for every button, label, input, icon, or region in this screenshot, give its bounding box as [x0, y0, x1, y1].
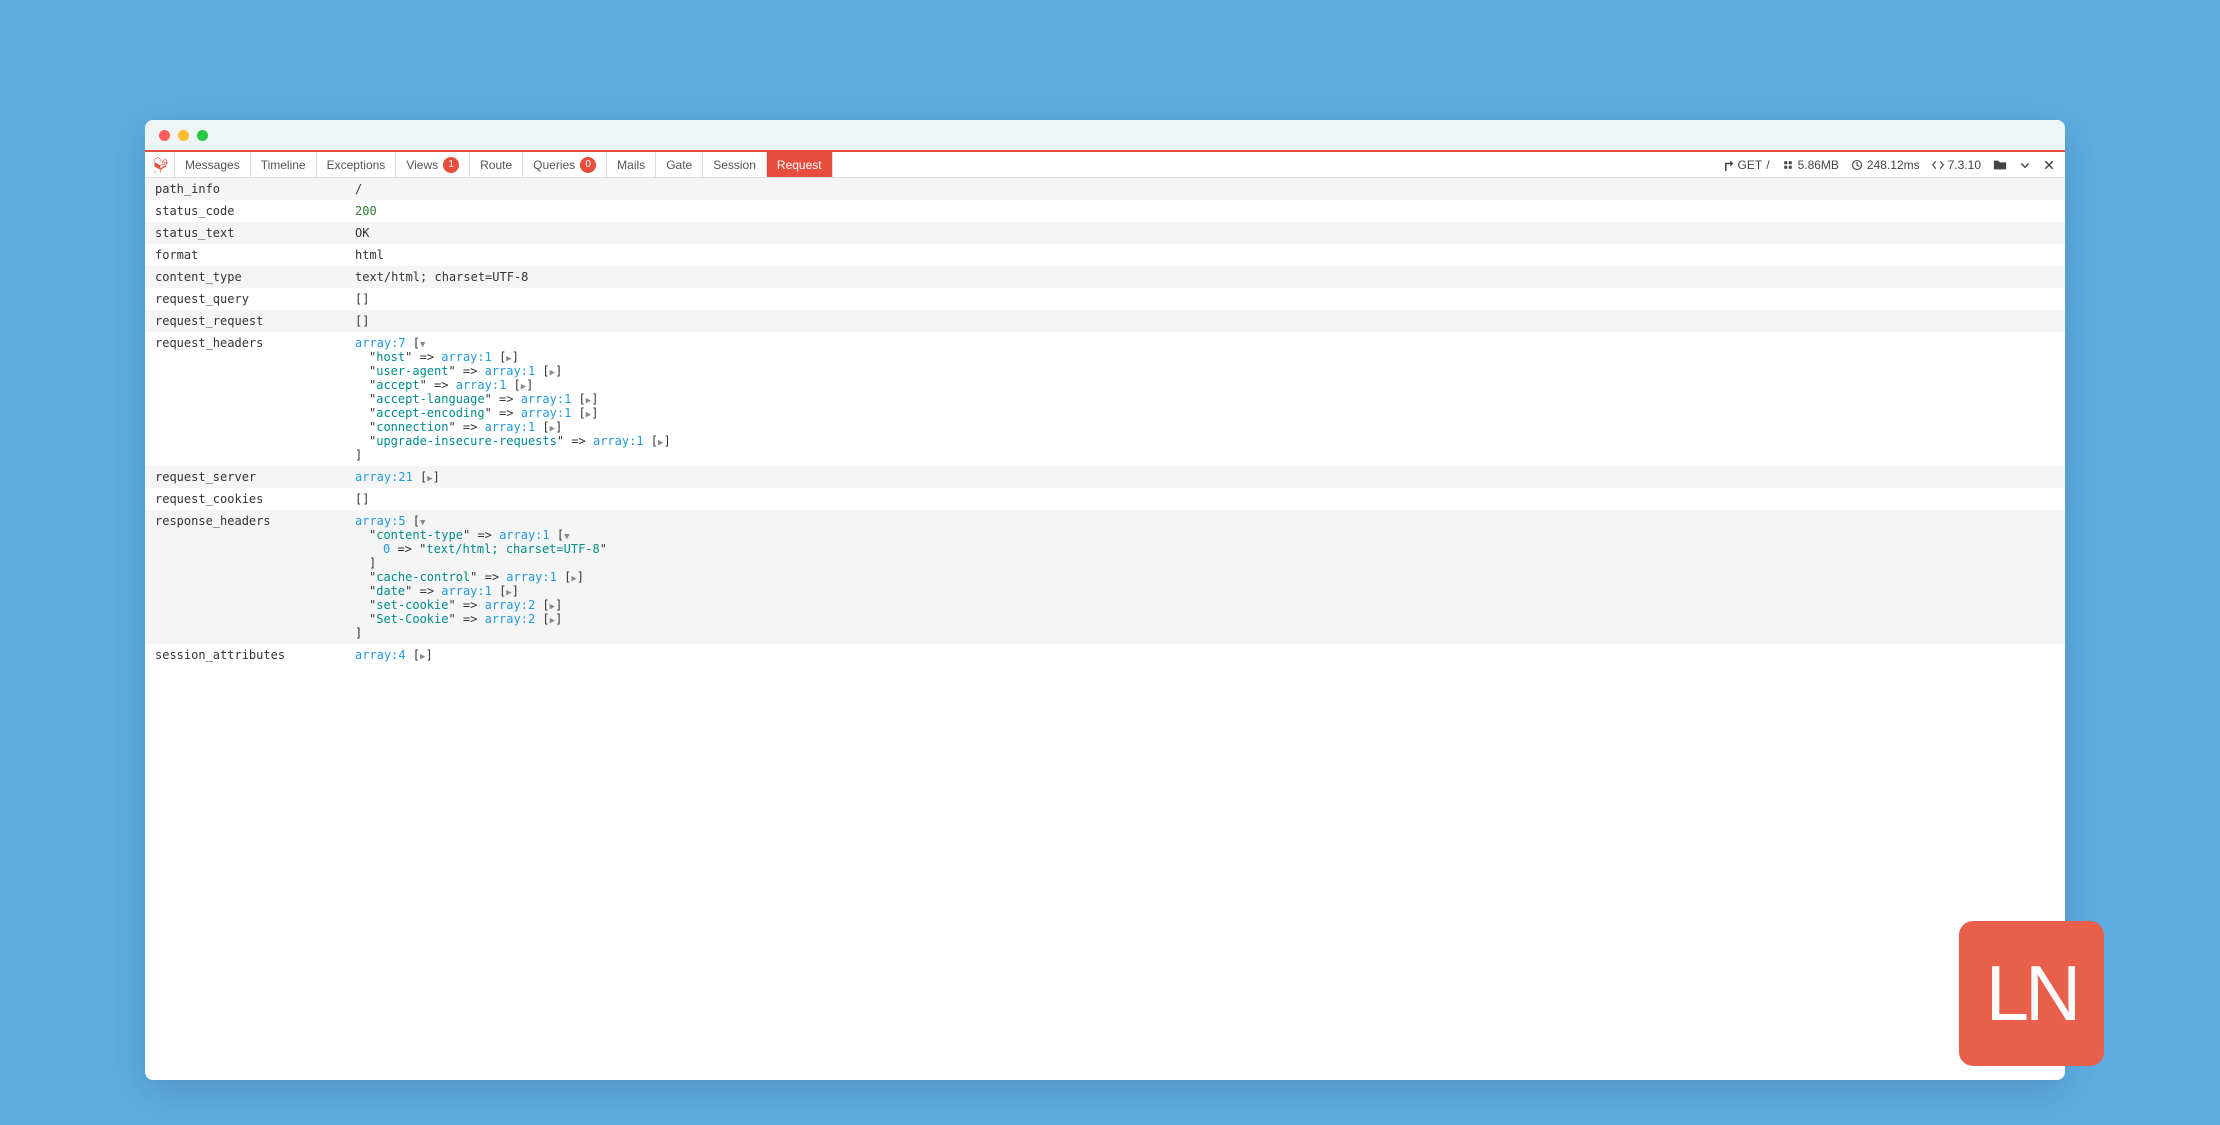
- stats: GET / 5.86MB 248.12ms 7.3.10: [1712, 152, 2065, 177]
- close-icon[interactable]: [2043, 159, 2055, 171]
- status-code-value: 200: [355, 204, 377, 218]
- array-toggle[interactable]: array:1: [456, 378, 507, 392]
- folder-icon[interactable]: [1993, 158, 2007, 172]
- share-icon: [1722, 159, 1734, 171]
- array-toggle[interactable]: array:1: [521, 406, 572, 420]
- minimize-window-button[interactable]: [178, 130, 189, 141]
- request-content: path_info/ status_code200 status_textOK …: [145, 178, 2065, 666]
- row-request-query: request_query[]: [145, 288, 2065, 310]
- row-status-code: status_code200: [145, 200, 2065, 222]
- array-toggle[interactable]: array:1: [485, 364, 536, 378]
- expand-icon[interactable]: ▶: [550, 424, 555, 434]
- code-icon: [1932, 159, 1944, 171]
- tab-exceptions[interactable]: Exceptions: [317, 152, 397, 177]
- expand-icon[interactable]: ▶: [420, 652, 425, 662]
- array-toggle[interactable]: array:5: [355, 514, 406, 528]
- tab-messages[interactable]: Messages: [175, 152, 251, 177]
- laravel-logo-icon: [145, 152, 175, 177]
- array-toggle[interactable]: array:4: [355, 648, 406, 662]
- close-window-button[interactable]: [159, 130, 170, 141]
- request-headers-value: array:7 [▼ "host" => array:1 [▶]"user-ag…: [355, 336, 2055, 462]
- row-status-text: status_textOK: [145, 222, 2065, 244]
- collapse-icon[interactable]: ▼: [564, 532, 569, 542]
- tab-mails[interactable]: Mails: [607, 152, 656, 177]
- tab-timeline[interactable]: Timeline: [251, 152, 317, 177]
- array-toggle[interactable]: array:1: [441, 584, 492, 598]
- array-toggle[interactable]: array:1: [521, 392, 572, 406]
- ln-logo-badge: LN: [1959, 921, 2104, 1066]
- expand-icon[interactable]: ▶: [550, 616, 555, 626]
- row-request-headers: request_headers array:7 [▼ "host" => arr…: [145, 332, 2065, 466]
- row-request-cookies: request_cookies[]: [145, 488, 2065, 510]
- row-request-server: request_serverarray:21 [▶]: [145, 466, 2065, 488]
- response-headers-value: array:5 [▼ "content-type" => array:1 [▼ …: [355, 514, 2055, 640]
- memory-icon: [1782, 159, 1794, 171]
- tab-request[interactable]: Request: [767, 152, 833, 177]
- stat-time: 248.12ms: [1851, 158, 1920, 172]
- row-path-info: path_info/: [145, 178, 2065, 200]
- tab-gate[interactable]: Gate: [656, 152, 703, 177]
- expand-icon[interactable]: ▶: [550, 602, 555, 612]
- tab-session[interactable]: Session: [703, 152, 767, 177]
- tab-queries[interactable]: Queries0: [523, 152, 607, 177]
- expand-icon[interactable]: ▶: [427, 474, 432, 484]
- stat-memory: 5.86MB: [1782, 158, 1839, 172]
- row-format: formathtml: [145, 244, 2065, 266]
- stat-request: GET /: [1722, 158, 1770, 172]
- array-toggle[interactable]: array:7: [355, 336, 406, 350]
- queries-badge: 0: [580, 157, 596, 173]
- tab-views[interactable]: Views1: [396, 152, 470, 177]
- array-toggle[interactable]: array:1: [499, 528, 550, 542]
- clock-icon: [1851, 159, 1863, 171]
- chevron-down-icon[interactable]: [2019, 159, 2031, 171]
- maximize-window-button[interactable]: [197, 130, 208, 141]
- collapse-icon[interactable]: ▼: [420, 340, 425, 350]
- row-request-request: request_request[]: [145, 310, 2065, 332]
- expand-icon[interactable]: ▶: [658, 438, 663, 448]
- collapse-icon[interactable]: ▼: [420, 518, 425, 528]
- array-toggle[interactable]: array:1: [593, 434, 644, 448]
- views-badge: 1: [443, 157, 459, 173]
- expand-icon[interactable]: ▶: [571, 574, 576, 584]
- expand-icon[interactable]: ▶: [586, 410, 591, 420]
- expand-icon[interactable]: ▶: [550, 368, 555, 378]
- array-toggle[interactable]: array:1: [485, 420, 536, 434]
- row-session-attributes: session_attributesarray:4 [▶]: [145, 644, 2065, 666]
- row-response-headers: response_headers array:5 [▼ "content-typ…: [145, 510, 2065, 644]
- titlebar: [145, 120, 2065, 150]
- debugbar-window: Messages Timeline Exceptions Views1 Rout…: [145, 120, 2065, 1080]
- array-toggle[interactable]: array:21: [355, 470, 413, 484]
- expand-icon[interactable]: ▶: [506, 354, 511, 364]
- array-toggle[interactable]: array:1: [441, 350, 492, 364]
- array-toggle[interactable]: array:1: [506, 570, 557, 584]
- expand-icon[interactable]: ▶: [521, 382, 526, 392]
- tab-route[interactable]: Route: [470, 152, 523, 177]
- expand-icon[interactable]: ▶: [506, 588, 511, 598]
- array-toggle[interactable]: array:2: [485, 598, 536, 612]
- expand-icon[interactable]: ▶: [586, 396, 591, 406]
- toolbar: Messages Timeline Exceptions Views1 Rout…: [145, 150, 2065, 178]
- tabs: Messages Timeline Exceptions Views1 Rout…: [175, 152, 833, 177]
- array-toggle[interactable]: array:2: [485, 612, 536, 626]
- row-content-type: content_typetext/html; charset=UTF-8: [145, 266, 2065, 288]
- stat-php: 7.3.10: [1932, 158, 1981, 172]
